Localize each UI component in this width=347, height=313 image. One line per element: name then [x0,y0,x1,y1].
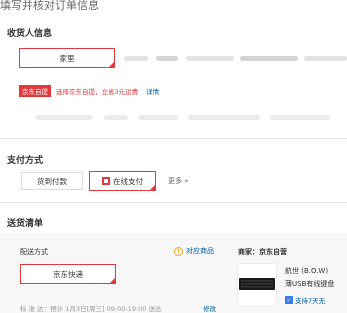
delivery-section-title: 送货清单 [7,219,44,229]
blurred-text [188,115,260,120]
payment-cod-label: 货到付款 [37,176,67,186]
modify-delivery-link[interactable]: 修改 [203,303,216,313]
blurred-text [138,115,178,120]
blurred-text [240,56,298,61]
shipping-option-jd-express[interactable]: 京东快递 [20,264,116,284]
shipping-option-label: 京东快递 [53,269,83,279]
payment-cod-button[interactable]: 货到付款 [21,172,83,190]
payment-online-label: 在线支付 [113,176,143,186]
page-title: 填写并核对订单信息 [0,0,99,12]
keyboard-image [239,278,275,290]
blurred-text [36,115,92,120]
blurred-text [156,56,178,61]
product-title-line2[interactable]: 薄USB有线键盘 [285,279,334,289]
section-divider [0,202,347,203]
selected-check-corner-icon [108,61,115,68]
product-thumbnail[interactable] [237,263,277,307]
pickup-badge: 京东自提 [19,85,51,97]
online-pay-icon [102,177,110,185]
product-service-label: 支持7天无 [295,297,326,305]
blurred-text [104,115,128,120]
seller-label: 商家：京东自营 [238,248,287,256]
payment-more-link[interactable]: 更多 » [168,176,189,186]
product-title-line1[interactable]: 航世 (B.O.W) [285,266,328,276]
payment-online-button[interactable]: 在线支付 [89,171,156,191]
blurred-text [270,115,330,120]
address-option-label: 家里 [59,53,75,63]
service-icon: ✓ [285,296,293,304]
product-service-badge: ✓ 支持7天无 [285,295,325,305]
info-warning-icon: ! [174,246,183,256]
blurred-text [304,56,347,61]
section-divider [0,138,347,139]
standard-delivery-text: 标 准 达：预计 1月3日[周三] 09:00-19:00 送达 [20,305,162,313]
shipping-method-label: 配送方式 [20,248,48,256]
pickup-details-link[interactable]: 详情 [146,86,159,96]
corresponding-items-label: 对应商品 [186,247,214,255]
pickup-promo: 选择京东自提，立省3元运费 [56,88,139,96]
blurred-text [124,56,148,61]
payment-section-title: 支付方式 [7,156,44,166]
blurred-text [186,56,234,61]
address-option-home[interactable]: 家里 [19,48,115,68]
pickup-row: 京东自提 选择京东自提，立省3元运费 详情 [19,85,159,97]
selected-check-corner-icon [109,277,116,284]
consignee-section-title: 收货人信息 [7,29,53,39]
selected-check-corner-icon [149,184,156,191]
corresponding-items-link[interactable]: ! 对应商品 [174,246,214,256]
